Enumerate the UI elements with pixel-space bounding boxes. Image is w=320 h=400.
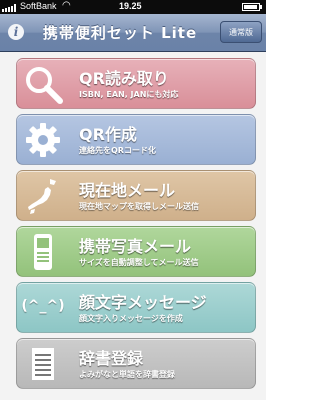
cellphone-icon: [34, 234, 52, 270]
kaomoji-icon: (^_^): [21, 298, 65, 314]
menu-item-subtitle: ISBN, EAN, JANにも対応: [79, 90, 179, 99]
clock: 19.25: [119, 1, 142, 11]
info-icon[interactable]: i: [8, 24, 24, 40]
menu-item-subtitle: 連絡先をQRコード化: [79, 146, 156, 155]
menu-item-dictionary[interactable]: 辞書登録 よみがなと単語を辞書登録: [16, 338, 256, 389]
notepad-icon: [32, 348, 54, 380]
menu-item-label: 携帯写真メール: [79, 237, 192, 256]
menu-item-label: QR作成: [79, 125, 137, 144]
nav-bar: i 携帯便利セット Lite 通常版: [0, 14, 266, 52]
magnifier-icon: [26, 67, 63, 104]
japan-map-icon: [28, 179, 56, 214]
page-title: 携帯便利セット Lite: [42, 24, 198, 42]
menu-item-label: 顔文字メッセージ: [79, 293, 207, 312]
menu-item-location-mail[interactable]: 現在地メール 現在地マップを取得しメール送信: [16, 170, 256, 221]
menu-item-subtitle: サイズを自動調整してメール送信: [79, 258, 199, 267]
full-version-button[interactable]: 通常版: [220, 21, 262, 43]
signal-icon: [2, 2, 18, 12]
gear-icon: [26, 123, 60, 157]
menu-list: QR読み取り ISBN, EAN, JANにも対応 QR作成 連絡先をQRコード…: [0, 52, 266, 400]
menu-item-qr-create[interactable]: QR作成 連絡先をQRコード化: [16, 114, 256, 165]
menu-item-photo-mail[interactable]: 携帯写真メール サイズを自動調整してメール送信: [16, 226, 256, 277]
carrier-label: SoftBank: [2, 1, 57, 12]
battery-icon: [242, 3, 262, 11]
wifi-icon: ◠: [62, 0, 71, 11]
status-bar: SoftBank ◠ 19.25: [0, 0, 266, 14]
menu-item-label: QR読み取り: [79, 69, 169, 88]
menu-item-subtitle: 現在地マップを取得しメール送信: [79, 202, 199, 211]
menu-item-subtitle: 顔文字入りメッセージを作成: [79, 314, 183, 323]
menu-item-kaomoji-message[interactable]: (^_^) 顔文字メッセージ 顔文字入りメッセージを作成: [16, 282, 256, 333]
menu-item-qr-read[interactable]: QR読み取り ISBN, EAN, JANにも対応: [16, 58, 256, 109]
menu-item-label: 辞書登録: [79, 349, 144, 368]
menu-item-subtitle: よみがなと単語を辞書登録: [79, 370, 175, 379]
menu-item-label: 現在地メール: [79, 181, 176, 200]
